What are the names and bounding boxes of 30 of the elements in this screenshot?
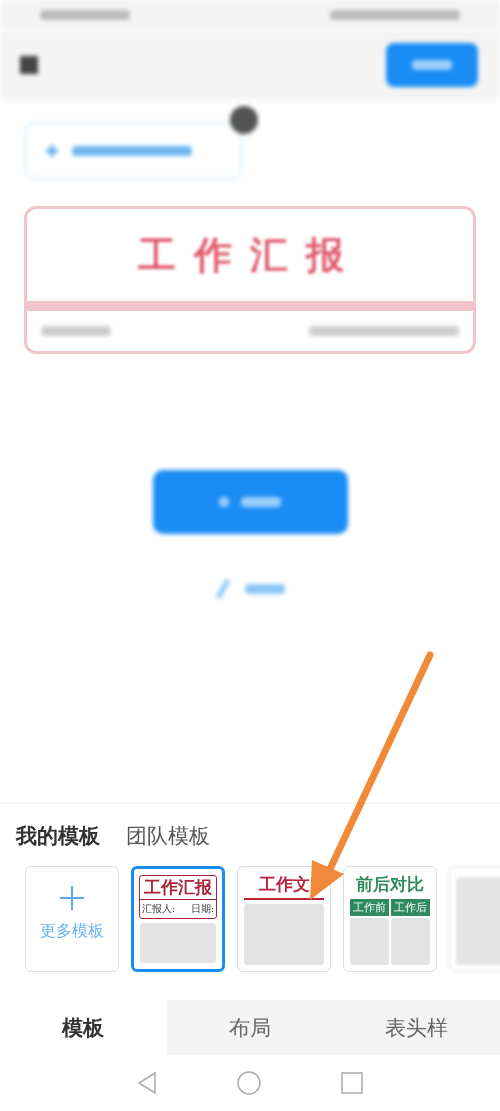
template-title: 前后对比 [355, 873, 425, 896]
template-tab[interactable]: 我的模板 [16, 822, 100, 856]
primary-button[interactable] [152, 470, 348, 534]
column-header: 工作前 [350, 899, 389, 916]
pencil-icon [215, 578, 231, 600]
recents-icon[interactable] [341, 1072, 363, 1094]
template-tab[interactable]: 团队模板 [126, 822, 210, 856]
field-label: 日期: [190, 902, 214, 916]
content-placeholder [350, 918, 389, 965]
home-icon[interactable] [237, 1071, 261, 1095]
report-title: 工作汇报 [137, 230, 363, 279]
bottom-tab[interactable]: 布局 [166, 1000, 334, 1055]
edit-link[interactable] [215, 578, 285, 600]
field-label: 汇报人: [142, 902, 176, 916]
more-templates-label: 更多模板 [40, 921, 104, 942]
template-title: 工作文 [257, 873, 311, 896]
template-card[interactable]: 工作汇报 汇报人: 日期: [131, 866, 225, 972]
column-header: 工作后 [391, 899, 430, 916]
bottom-tab[interactable]: 表头样 [333, 1000, 500, 1055]
header-button[interactable] [386, 43, 478, 87]
blurred-text [245, 584, 285, 594]
content-placeholder [391, 918, 430, 965]
blurred-text [241, 497, 281, 507]
template-card[interactable]: 工作文 [237, 866, 331, 972]
remove-icon[interactable] [230, 106, 258, 134]
blurred-text [41, 326, 111, 336]
blurred-text [412, 60, 452, 70]
back-icon[interactable] [137, 1072, 157, 1094]
template-card[interactable]: 前后对比 工作前 工作后 [343, 866, 437, 972]
template-title: 工作汇报 [143, 876, 213, 899]
